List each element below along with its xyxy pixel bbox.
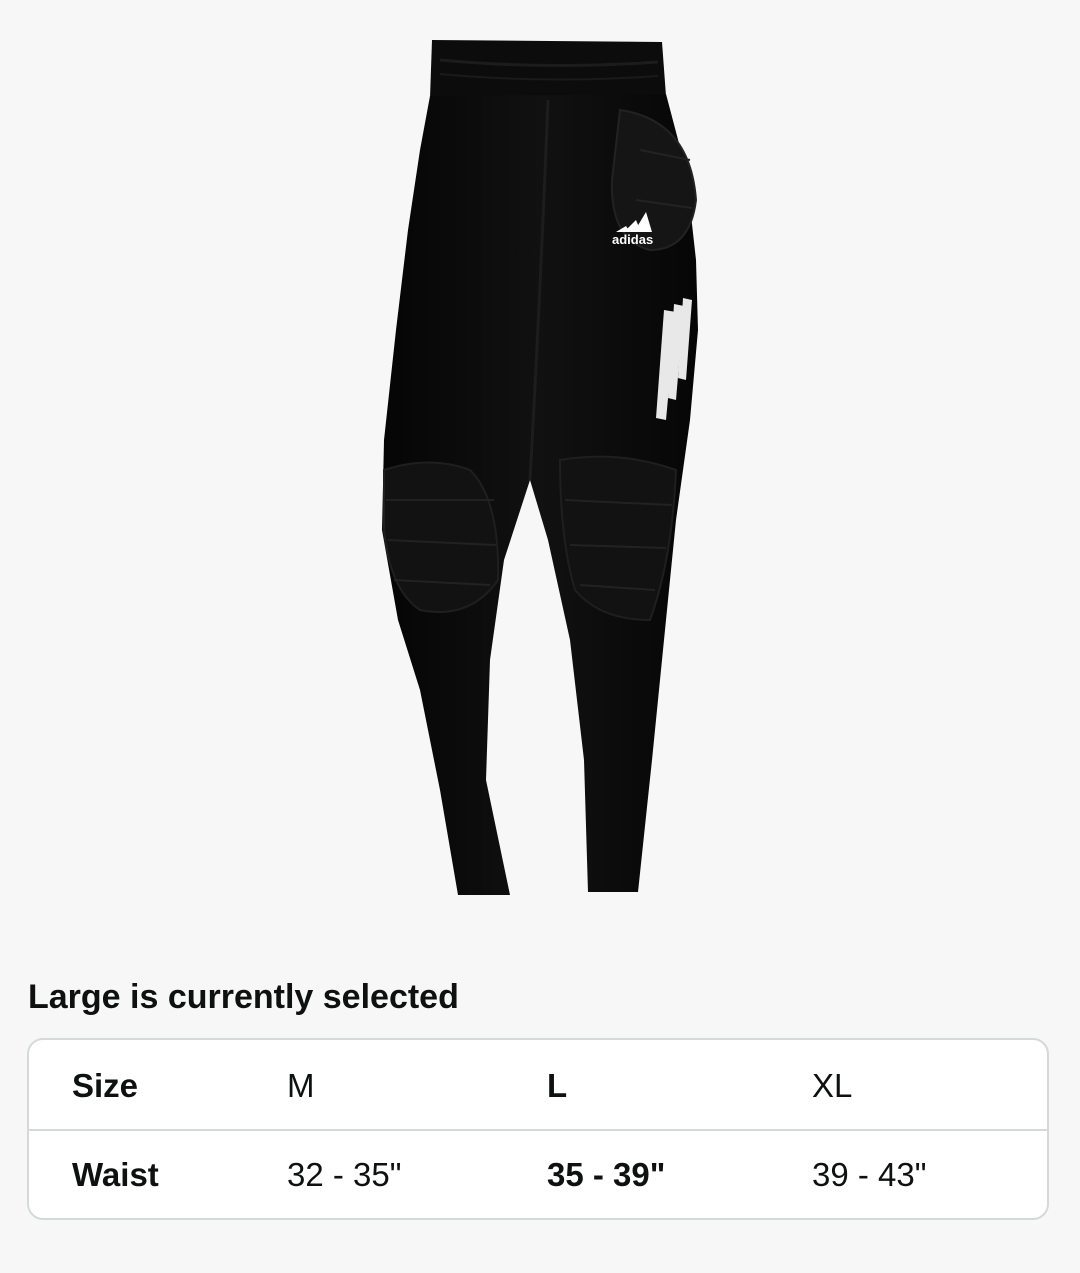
product-image: adidas [0,0,1080,940]
size-chart-table: Size M L XL Waist 32 - 35" 35 - 39" 39 -… [27,1038,1049,1220]
size-option-l[interactable]: L [547,1040,567,1131]
selected-size-label: Large is currently selected [28,978,459,1016]
brand-logo-text: adidas [612,232,653,247]
waist-value-m: 32 - 35" [287,1156,402,1193]
size-option-m[interactable]: M [287,1040,315,1131]
size-row-header: Size [72,1067,139,1104]
size-option-xl[interactable]: XL [812,1040,852,1131]
waist-value-l: 35 - 39" [547,1156,666,1193]
waist-row-header: Waist [72,1156,159,1193]
size-row: Size M L XL [29,1040,1047,1131]
waist-row: Waist 32 - 35" 35 - 39" 39 - 43" [29,1131,1047,1218]
waistband [430,40,666,98]
waist-value-xl: 39 - 43" [812,1156,927,1193]
pants-illustration: adidas [382,40,698,895]
